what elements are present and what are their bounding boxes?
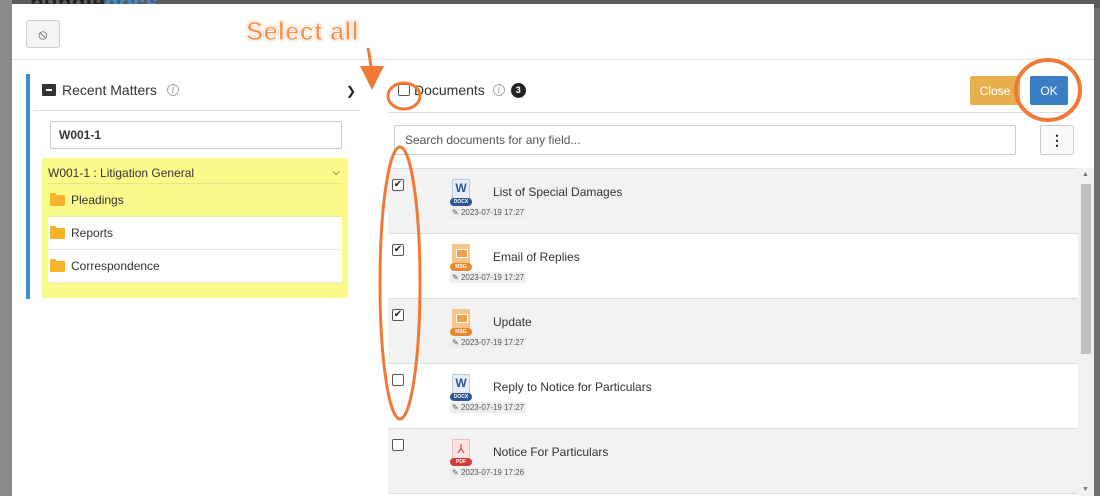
document-checkbox[interactable]: ✔	[392, 179, 404, 191]
matter-tree: W001-1 : Litigation General ⌵ Pleadings …	[42, 158, 348, 298]
tree-folder-correspondence[interactable]: Correspondence	[48, 250, 342, 283]
document-date: ✎ 2023-07-19 17:27	[450, 207, 527, 218]
document-checkbox[interactable]: ✔	[392, 244, 404, 256]
matter-search-input[interactable]	[50, 121, 342, 149]
document-title[interactable]: List of Special Damages	[493, 185, 622, 199]
chevron-down-icon[interactable]: ⌵	[332, 167, 340, 178]
document-list-scrollbar[interactable]: ▲ ▼	[1078, 168, 1094, 496]
kebab-menu-icon: ⋮	[1050, 131, 1064, 148]
document-row[interactable]: ✔ W DOCX List of Special Damages ✎ 2023-0…	[388, 169, 1078, 234]
document-row[interactable]: ✔ MSG Update ✎ 2023-07-19 17:27	[388, 299, 1078, 364]
document-row[interactable]: ✔ MSG Email of Replies ✎ 2023-07-19 17:2…	[388, 234, 1078, 299]
documents-header: Documents i 3	[398, 82, 526, 98]
panel-divider	[388, 112, 1074, 113]
folder-label: Pleadings	[71, 193, 124, 207]
document-date: ✎ 2023-07-19 17:26	[450, 467, 527, 478]
no-sync-icon: ⦸	[38, 25, 48, 42]
folder-label: Reports	[71, 226, 114, 240]
scroll-down-icon[interactable]: ▼	[1082, 486, 1089, 493]
document-title[interactable]: Email of Replies	[493, 250, 580, 264]
scroll-up-icon[interactable]: ▲	[1082, 171, 1089, 178]
word-file-icon: W DOCX	[450, 374, 472, 401]
tree-root-matter[interactable]: W001-1 : Litigation General ⌵	[48, 162, 342, 184]
select-all-checkbox[interactable]	[398, 84, 410, 96]
folder-icon	[50, 192, 65, 206]
backdrop-left	[0, 0, 12, 496]
tree-folder-reports[interactable]: Reports	[48, 217, 342, 250]
recent-matters-title: Recent Matters	[62, 82, 157, 98]
tree-folder-pleadings[interactable]: Pleadings	[48, 184, 342, 217]
close-button[interactable]: Close	[970, 76, 1020, 105]
ok-button[interactable]: OK	[1030, 76, 1068, 105]
document-search-input[interactable]	[394, 125, 1016, 155]
info-icon[interactable]: i	[166, 84, 179, 96]
document-title[interactable]: Reply to Notice for Particulars	[493, 380, 652, 394]
document-date: ✎ 2023-07-19 17:27	[450, 272, 527, 283]
folder-icon	[50, 225, 65, 239]
recent-matters-header[interactable]: Recent Matters i	[42, 82, 179, 98]
document-row[interactable]: W DOCX Reply to Notice for Particulars ✎ …	[388, 364, 1078, 429]
folder-icon	[50, 258, 65, 272]
info-icon[interactable]: i	[492, 84, 505, 96]
document-checkbox[interactable]	[392, 374, 404, 386]
panel-divider	[34, 110, 360, 111]
pdf-file-icon: ⅄ PDF	[450, 439, 472, 466]
email-file-icon: MSG	[450, 309, 472, 336]
document-title[interactable]: Update	[493, 315, 532, 329]
scroll-thumb[interactable]	[1081, 184, 1091, 354]
chevron-down-icon[interactable]: ❯	[346, 84, 356, 98]
documents-title: Documents	[414, 82, 485, 98]
tree-root-label: W001-1 : Litigation General	[48, 165, 195, 180]
header-divider	[12, 59, 1094, 60]
select-all-annotation: Select all	[246, 16, 360, 47]
more-options-button[interactable]: ⋮	[1040, 125, 1074, 155]
document-title[interactable]: Notice For Particulars	[493, 445, 608, 459]
document-count-badge: 3	[510, 82, 526, 98]
recent-matters-panel: Recent Matters i ❯ W001-1 : Litigation G…	[26, 74, 360, 299]
word-file-icon: W DOCX	[450, 179, 472, 206]
document-row[interactable]: ⅄ PDF Notice For Particulars ✎ 2023-07-19…	[388, 429, 1078, 494]
document-picker-modal: ⦸ Recent Matters i ❯ W001-1 : Litigation…	[12, 4, 1094, 496]
document-list: ✔ W DOCX List of Special Damages ✎ 2023-0…	[388, 168, 1078, 496]
email-file-icon: MSG	[450, 244, 472, 271]
document-checkbox[interactable]: ✔	[392, 309, 404, 321]
document-checkbox[interactable]	[392, 439, 404, 451]
folder-label: Correspondence	[71, 259, 160, 273]
document-date: ✎ 2023-07-19 17:27	[450, 402, 527, 413]
archive-icon	[42, 84, 56, 96]
document-date: ✎ 2023-07-19 17:27	[450, 337, 527, 348]
toolbar-button[interactable]: ⦸	[26, 20, 60, 48]
